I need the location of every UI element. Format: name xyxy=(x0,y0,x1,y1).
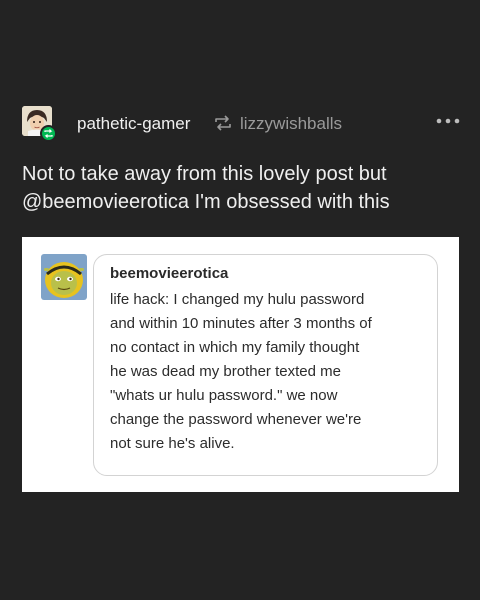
screenshot-text-line: he was dead my brother texted me xyxy=(110,363,341,380)
screenshot-text-line: "whats ur hulu password." we now xyxy=(110,387,338,404)
screenshot-text-line: no contact in which my family thought xyxy=(110,339,360,356)
post-header: pathetic-gamer lizzywishballs xyxy=(22,106,462,142)
post-body-line: @beemovieerotica I'm obsessed with this xyxy=(22,191,390,213)
screenshot-text: life hack: I changed my hulu password an… xyxy=(110,288,435,456)
screenshot-text-line: change the password whenever we're xyxy=(110,411,362,428)
author-name[interactable]: pathetic-gamer xyxy=(77,114,190,134)
screenshot-text-line: life hack: I changed my hulu password xyxy=(110,291,365,308)
shrek-bee-avatar-icon xyxy=(41,254,87,300)
post-body: Not to take away from this lovely post b… xyxy=(22,160,462,216)
embedded-screenshot: beemovieerotica life hack: I changed my … xyxy=(22,237,459,492)
reblog-badge-icon xyxy=(40,125,57,142)
reblog-icon xyxy=(215,115,231,131)
message-bubble: beemovieerotica life hack: I changed my … xyxy=(93,254,438,476)
screenshot-username: beemovieerotica xyxy=(110,265,229,282)
screenshot-text-line: not sure he's alive. xyxy=(110,435,235,452)
screenshot-avatar xyxy=(41,254,87,300)
screenshot-text-line: and within 10 minutes after 3 months of xyxy=(110,315,372,332)
more-options-icon[interactable] xyxy=(436,118,460,124)
reblog-source-name[interactable]: lizzywishballs xyxy=(240,114,342,134)
post-body-line: Not to take away from this lovely post b… xyxy=(22,163,387,185)
